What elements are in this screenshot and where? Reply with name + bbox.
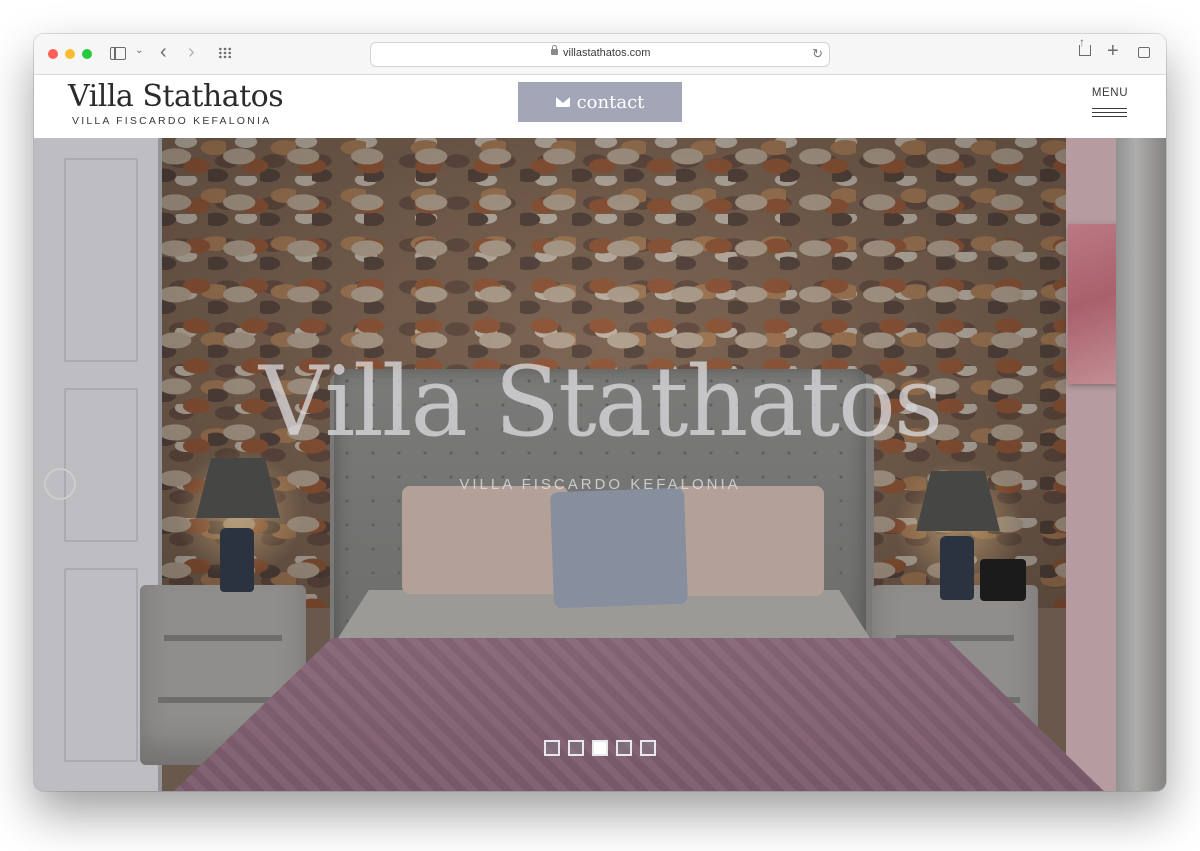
menu-label: MENU (1091, 87, 1129, 99)
contact-button[interactable]: contact (518, 82, 682, 122)
browser-window: ⌄ ‹ › villastathatos.com ↻ + Villa Stath… (34, 34, 1166, 791)
share-icon[interactable] (1079, 36, 1091, 56)
slide-dot-5[interactable] (640, 740, 656, 756)
reload-icon[interactable]: ↻ (812, 46, 823, 62)
tabs-icon[interactable] (1134, 47, 1150, 61)
new-tab-icon[interactable]: + (1107, 41, 1119, 61)
hero-slider: Villa Stathatos VILLA FISCARDO KEFALONIA (34, 138, 1166, 791)
zoom-window-button[interactable] (82, 49, 92, 59)
browser-toolbar: ⌄ ‹ › villastathatos.com ↻ + (34, 34, 1166, 75)
address-bar[interactable]: villastathatos.com ↻ (370, 42, 830, 67)
hero-subtitle: VILLA FISCARDO KEFALONIA (459, 476, 741, 493)
contact-label: contact (576, 91, 645, 113)
site-header: Villa Stathatos VILLA FISCARDO KEFALONIA… (34, 75, 1166, 138)
slide-dot-1[interactable] (544, 740, 560, 756)
hero-title: Villa Stathatos (258, 346, 943, 458)
minimize-window-button[interactable] (65, 49, 75, 59)
close-window-button[interactable] (48, 49, 58, 59)
sidebar-icon[interactable] (110, 47, 126, 60)
url-text: villastathatos.com (563, 47, 651, 59)
logo-title[interactable]: Villa Stathatos (68, 79, 284, 114)
lock-icon (551, 45, 558, 55)
menu-button[interactable]: MENU (1090, 87, 1130, 123)
envelope-icon (555, 97, 570, 107)
logo-subtitle: VILLA FISCARDO KEFALONIA (72, 115, 272, 127)
slide-dot-4[interactable] (616, 740, 632, 756)
forward-icon[interactable]: › (188, 42, 195, 62)
hamburger-icon (1092, 108, 1127, 117)
tab-overview-icon[interactable] (218, 47, 232, 59)
chevron-down-icon[interactable]: ⌄ (135, 46, 143, 56)
slide-dot-3[interactable] (592, 740, 608, 756)
back-icon[interactable]: ‹ (160, 42, 167, 62)
slide-dot-2[interactable] (568, 740, 584, 756)
slider-pagination (544, 740, 658, 756)
